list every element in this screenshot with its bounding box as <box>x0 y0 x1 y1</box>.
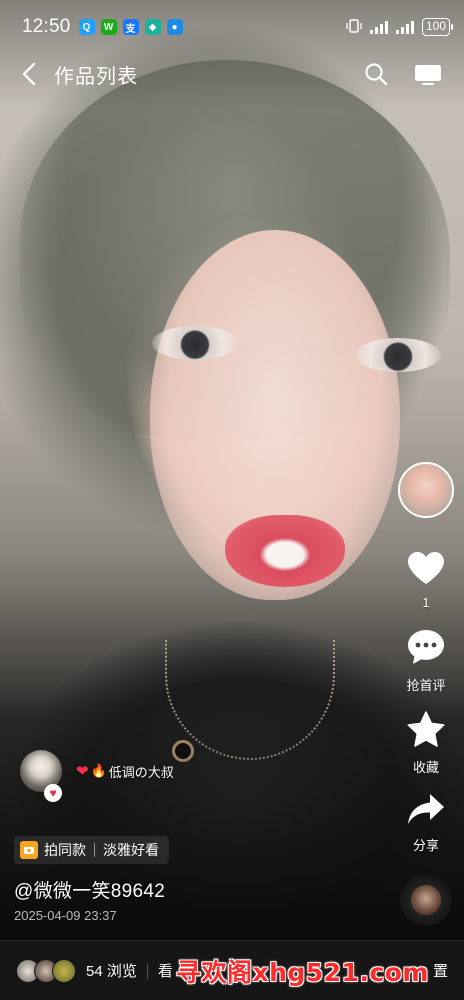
shield-app-icon: ◆ <box>144 19 161 35</box>
like-count: 1 <box>422 595 430 610</box>
camera-tag-icon <box>20 841 38 859</box>
music-disc[interactable] <box>400 874 452 926</box>
vibrate-icon <box>346 18 362 37</box>
fan-avatar: ♥ <box>20 750 62 802</box>
left-eye <box>152 326 238 360</box>
back-arrow-icon[interactable] <box>22 54 44 94</box>
view-count: 54 浏览 <box>86 963 137 980</box>
star-icon <box>406 710 446 753</box>
share-label: 分享 <box>412 838 439 853</box>
hot-comment: ❤ 🔥 低调の大叔 <box>76 762 174 781</box>
bottom-bar: 54 浏览 看 寻欢阁xhg521.com 置 <box>0 940 464 1000</box>
heart-icon <box>406 550 446 591</box>
same-style-label: 拍同款 <box>44 842 86 858</box>
post-date: 2025-04-09 23:37 <box>14 908 117 923</box>
share-button[interactable]: 分享 <box>406 792 446 854</box>
page-title: 作品列表 <box>54 65 138 88</box>
look-link[interactable]: 看 <box>158 960 173 981</box>
mouth <box>225 515 345 587</box>
alipay-icon: 支 <box>122 19 139 35</box>
status-bar: 12:50 Q W 支 ◆ ● 100 <box>0 10 464 44</box>
status-time: 12:50 <box>22 16 71 37</box>
same-style-tag[interactable]: 拍同款 淡雅好看 <box>14 836 169 864</box>
nav-actions <box>364 62 442 86</box>
heart-badge-icon: ♥ <box>44 784 62 802</box>
battery-icon: 100 <box>421 18 454 36</box>
cast-screen-icon[interactable] <box>414 63 442 85</box>
tag-divider <box>94 843 95 857</box>
tag-secondary-label: 淡雅好看 <box>103 842 159 858</box>
search-icon[interactable] <box>364 62 388 86</box>
settings-link[interactable]: 置 <box>433 960 448 981</box>
wechat-icon: W <box>100 19 117 35</box>
watermark-text: 寻欢阁xhg521.com <box>175 957 429 987</box>
share-arrow-icon <box>406 792 446 831</box>
comment-button[interactable]: 抢首评 <box>406 628 446 694</box>
collect-label: 收藏 <box>412 760 439 775</box>
hot-comment-text: 低调の大叔 <box>108 764 174 780</box>
status-right: 100 <box>346 18 454 37</box>
signal-icon-2 <box>395 20 414 34</box>
qq-icon: Q <box>78 19 95 35</box>
author-avatar[interactable] <box>398 462 454 518</box>
red-heart-icon: ❤ <box>76 763 89 780</box>
bottom-divider <box>146 962 148 979</box>
right-eye <box>355 338 441 372</box>
author-name[interactable]: @微微一笑89642 <box>14 876 165 903</box>
comment-icon <box>406 628 446 671</box>
hot-row[interactable]: ♥ ❤ 🔥 低调の大叔 <box>20 750 174 802</box>
browser-app-icon: ● <box>166 19 183 35</box>
viewer-avatars[interactable] <box>16 958 76 983</box>
collect-button[interactable]: 收藏 <box>406 710 446 776</box>
comment-label: 抢首评 <box>406 678 446 693</box>
signal-icon <box>369 20 388 34</box>
like-button[interactable]: 1 <box>406 550 446 610</box>
top-nav: 作品列表 <box>0 54 464 94</box>
fire-icon: 🔥 <box>90 763 107 778</box>
action-rail: 1 抢首评 收藏 分享 <box>396 462 456 854</box>
music-cover <box>411 885 441 915</box>
viewer-avatar <box>52 958 76 983</box>
